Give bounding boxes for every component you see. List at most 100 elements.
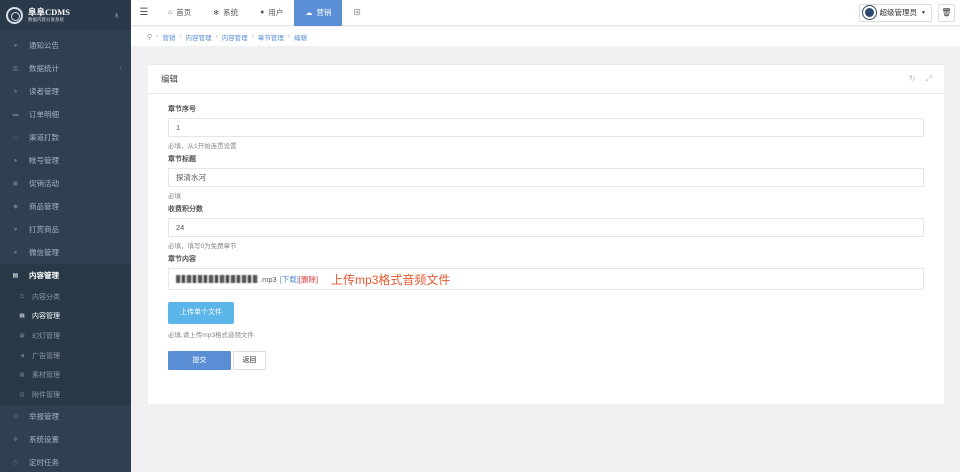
users-icon: ● (13, 88, 18, 95)
sidebar-item-label: 促销活动 (29, 179, 59, 188)
sidebar-item-wechat[interactable]: ● 微信管理 (0, 241, 131, 264)
book-icon: ▤ (12, 273, 19, 279)
field-help: 必填，从1开始连贯设置 (168, 143, 237, 150)
breadcrumb-separator: › (179, 33, 182, 40)
sidebar-item-cron[interactable]: ◷ 定时任务 (0, 451, 131, 472)
grid-icon[interactable]: ⊞ (342, 7, 372, 18)
sidebar-item-products[interactable]: ◆ 商品管理 (0, 195, 131, 218)
sidebar-item-label: 定时任务 (29, 457, 59, 467)
tab-label: 系统 (223, 8, 239, 17)
user-toggle-icon[interactable]: ♁ (113, 10, 120, 20)
fee-points-input[interactable]: 24 (168, 218, 924, 237)
sub-item-label: 内容管理 (32, 313, 60, 321)
breadcrumb-current: 编辑 (294, 34, 307, 42)
heart-icon: ♥ (13, 226, 18, 233)
expand-icon[interactable]: ⤢ (926, 74, 932, 84)
blurred-filename (176, 275, 258, 283)
wechat-icon: ● (13, 249, 18, 256)
refresh-icon[interactable]: ↻ (909, 74, 916, 84)
field-help: 必填 (168, 193, 181, 200)
menu-toggle-icon[interactable]: ☰ (131, 7, 157, 18)
sub-item-materials[interactable]: ▦ 素材管理 (0, 365, 131, 385)
sidebar-item-label: 帐号管理 (29, 156, 59, 165)
trash-button[interactable]: 🗑 (938, 3, 955, 22)
sidebar-item-tips[interactable]: ♥ 打赏商品 (0, 218, 131, 241)
money-icon: ▭ (12, 135, 19, 141)
list-icon: ☰ (19, 293, 25, 300)
user-menu-button[interactable]: 超级管理员 ▼ (858, 3, 932, 22)
download-link[interactable]: [下载] (280, 274, 299, 285)
submit-button[interactable]: 提交 (168, 351, 231, 370)
annotation-text: 上传mp3格式音频文件 (331, 272, 451, 287)
sidebar-item-label: 订单明细 (29, 110, 59, 119)
field-help: 必填,请上传mp3格式音频文件 (168, 332, 254, 339)
brand-subtitle: 数据内容分发系统 (28, 17, 64, 22)
sidebar-item-payouts[interactable]: ▭ 渠道打款 (0, 126, 131, 149)
logo (6, 6, 23, 24)
user-icon: ● (260, 9, 265, 16)
breadcrumb-item[interactable]: 内容管理 (185, 32, 211, 42)
sub-item-ads[interactable]: ◀ 广告管理 (0, 346, 131, 366)
tab-system[interactable]: ✻ 系统 (202, 0, 249, 26)
image-icon: ▣ (19, 332, 25, 339)
sidebar-item-notice[interactable]: ● 通知公告 (0, 34, 131, 57)
chapter-title-input[interactable]: 探清水河 (168, 168, 924, 187)
sidebar-item-promotions[interactable]: ▣ 促销活动 (0, 172, 131, 195)
back-button[interactable]: 返回 (233, 351, 266, 370)
gear-icon: ✻ (213, 9, 220, 17)
brand-text: 阜阜CDMS 数据内容分发系统 (28, 6, 71, 23)
comment-icon: ● (13, 42, 18, 49)
sub-item-slides[interactable]: ▣ 幻灯管理 (0, 326, 131, 346)
trash-icon: 🗑 (941, 8, 952, 17)
file-ext: .mp3 (260, 274, 277, 284)
delete-link[interactable]: [删除] (299, 274, 318, 285)
tab-label: 用户 (268, 8, 284, 17)
field-label: 章节序号 (168, 106, 196, 113)
cart-icon: ▬ (12, 111, 19, 118)
field-fee-points: 收费积分数 24 必填，填写0为免费章节 (168, 204, 924, 254)
bullhorn-icon: ◀ (19, 352, 25, 359)
tab-marketing[interactable]: ☁ 营销 (294, 0, 343, 26)
sub-item-attachments[interactable]: ▥ 附件管理 (0, 385, 131, 405)
sub-item-label: 素材管理 (32, 372, 60, 380)
breadcrumb-item[interactable]: 章节管理 (258, 32, 284, 42)
clock-icon: ◷ (12, 459, 19, 466)
paperclip-icon: ▥ (19, 391, 25, 398)
sub-item-label: 幻灯管理 (32, 332, 60, 340)
tab-label: 营销 (316, 8, 332, 17)
sidebar-item-readers[interactable]: ● 读者管理 (0, 80, 131, 103)
tab-home[interactable]: ⌂ 首页 (157, 0, 202, 26)
sub-item-categories[interactable]: ☰ 内容分类 (0, 287, 131, 307)
map-pin-icon: ⚲ (147, 33, 153, 41)
panel-header: 编辑 ↻ ⤢ (148, 65, 944, 94)
sidebar-item-orders[interactable]: ▬ 订单明细 (0, 103, 131, 126)
sidebar-item-label: 打赏商品 (29, 225, 59, 234)
sub-item-label: 附件管理 (32, 391, 60, 399)
topbar: ☰ ⌂ 首页 ✻ 系统 ● 用户 ☁ 营销 ⊞ 超级管理员 ▼ 🗑 (131, 0, 960, 26)
sub-item-content[interactable]: ▤ 内容管理 (0, 307, 131, 327)
breadcrumb-item[interactable]: 营销 (162, 32, 175, 42)
avatar (862, 6, 876, 19)
sidebar-item-label: 读者管理 (29, 87, 59, 96)
form-actions: 提交 返回 (168, 351, 924, 370)
sidebar-item-stats[interactable]: ▥ 数据统计 ‹ (0, 57, 131, 80)
topbar-right: 超级管理员 ▼ 🗑 (858, 3, 960, 22)
sidebar-item-reports[interactable]: ◎ 举报管理 (0, 405, 131, 428)
field-label: 章节内容 (168, 256, 196, 263)
content-submenu: ☰ 内容分类 ▤ 内容管理 ▣ 幻灯管理 ◀ 广告管理 ▦ 素材管理 ▥ 附件管理 (0, 287, 131, 405)
brand-title: 阜阜CDMS (28, 6, 71, 17)
gear-icon: ✻ (12, 436, 19, 443)
sidebar-item-content[interactable]: ▤ 内容管理 (0, 264, 131, 287)
breadcrumb: ⚲ › 营销 › 内容管理 › 内容管理 › 章节管理 › 编辑 (131, 27, 960, 46)
sidebar-item-settings[interactable]: ✻ 系统设置 (0, 428, 131, 451)
sub-item-label: 广告管理 (32, 352, 60, 360)
sub-item-label: 内容分类 (32, 293, 60, 301)
upload-button[interactable]: 上传单个文件 (168, 302, 234, 324)
user-label: 超级管理员 (879, 8, 918, 17)
tab-users[interactable]: ● 用户 (249, 0, 294, 26)
breadcrumb-item[interactable]: 内容管理 (222, 32, 248, 42)
chapter-no-input[interactable]: 1 (168, 118, 924, 137)
breadcrumb-separator: › (156, 33, 159, 40)
sidebar-item-accounts[interactable]: ● 帐号管理 (0, 149, 131, 172)
sidebar: 阜阜CDMS 数据内容分发系统 ♁ ● 通知公告 ▥ 数据统计 ‹ ● 读者管理 ▬ 订单… (0, 0, 131, 472)
